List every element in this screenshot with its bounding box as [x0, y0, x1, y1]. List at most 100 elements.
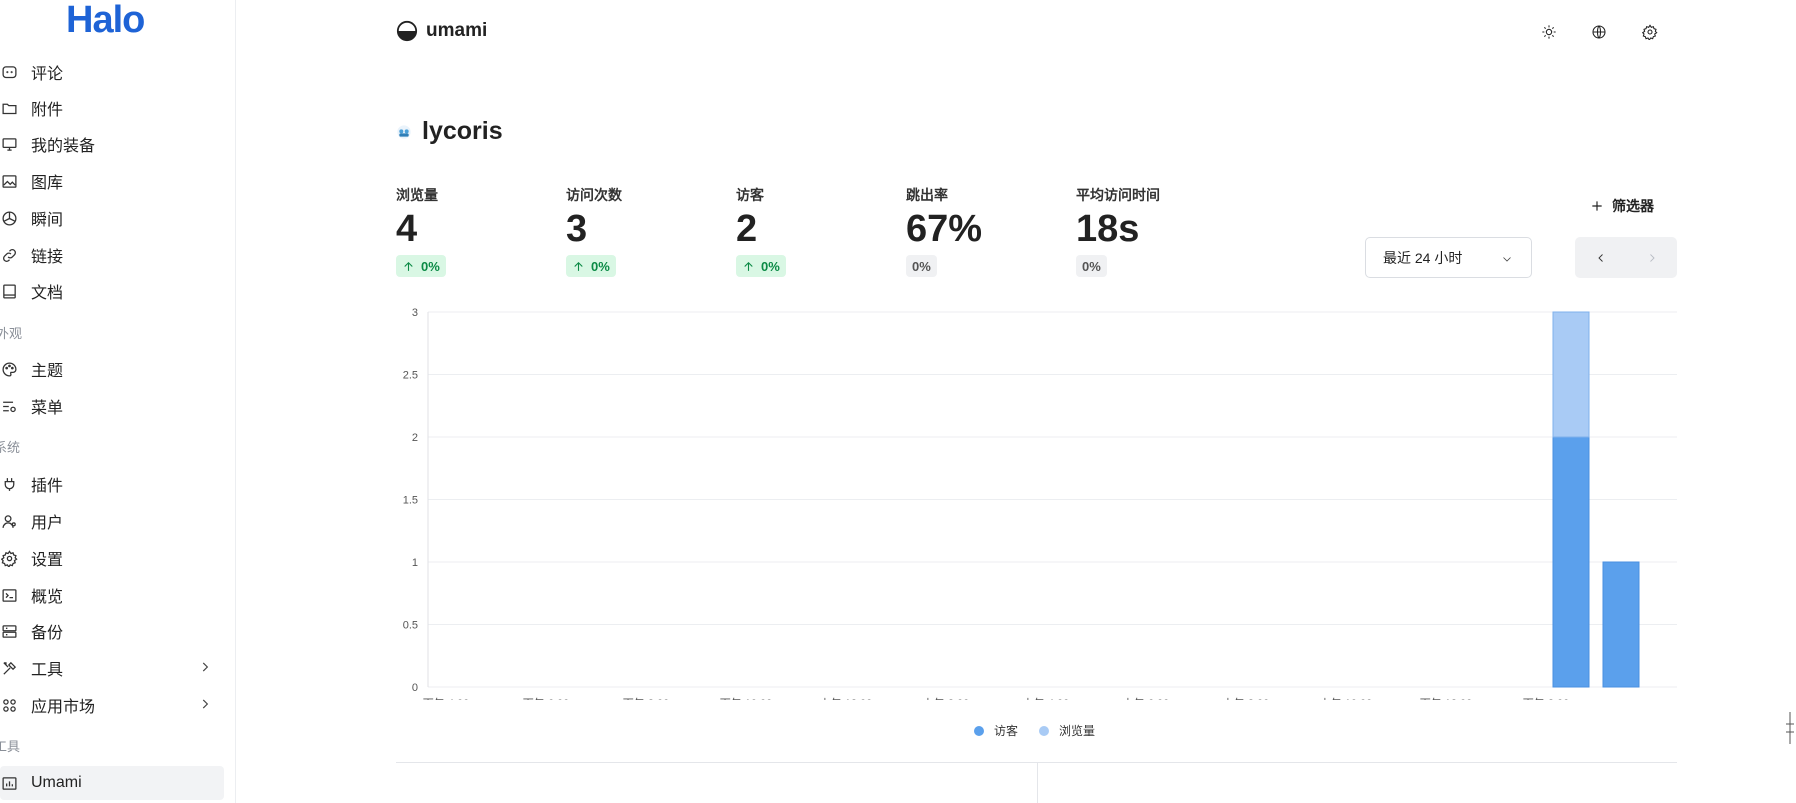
plug-icon	[0, 475, 18, 493]
language-button[interactable]	[1587, 20, 1611, 44]
pageviews-chart: 0 0.5 1 1.5 2 2.5 3 下午 4:00 下午 6:00 下午 8:00 下午 10:…	[403, 307, 1677, 700]
group-label-system: 系统	[0, 440, 21, 455]
sidebar-item-equipment[interactable]: 我的装备	[0, 127, 224, 161]
chevron-right-icon	[1649, 253, 1655, 262]
y-tick-label: 3	[412, 307, 418, 319]
monitor-icon	[0, 135, 18, 153]
sidebar-item-label: 概览	[31, 589, 64, 606]
sidebar-item-label: 插件	[31, 478, 64, 495]
sidebar-item-settings[interactable]: 设置	[0, 541, 224, 575]
app-title: umami	[426, 20, 488, 41]
y-tick-label: 1	[412, 557, 418, 569]
umami-logo-icon	[396, 20, 418, 42]
sidebar-item-menus[interactable]: 菜单	[0, 389, 224, 423]
y-tick-label: 0.5	[403, 620, 418, 632]
sidebar-item-label: 附件	[31, 102, 64, 119]
resize-handle-icon[interactable]	[1784, 710, 1796, 746]
sidebar-item-links[interactable]: 链接	[0, 238, 224, 272]
x-tick-label: 下午 8:00	[623, 697, 669, 700]
menu-settings-icon	[0, 397, 18, 415]
legend-item-pageviews[interactable]: 浏览量	[1039, 722, 1095, 739]
sidebar-item-themes[interactable]: 主题	[0, 352, 224, 386]
brand[interactable]: umami	[396, 20, 487, 42]
metric-value: 2	[736, 208, 758, 250]
metric-change-value: 0%	[761, 258, 780, 274]
next-period-button[interactable]	[1626, 237, 1677, 278]
sidebar-item-label: 评论	[31, 66, 64, 83]
plus-icon	[1592, 201, 1602, 211]
metric-label: 浏览量	[396, 187, 438, 203]
sidebar-item-label: 主题	[31, 363, 64, 380]
metric-avg-visit-time: 平均访问时间 18s 0%	[1076, 185, 1236, 277]
filter-button[interactable]: 筛选器	[1590, 196, 1654, 216]
sidebar-item-plugins[interactable]: 插件	[0, 467, 224, 501]
chevron-right-icon	[198, 660, 212, 674]
metric-visitors: 访客 2 0%	[736, 185, 896, 278]
metric-value: 67%	[906, 208, 983, 250]
metric-label: 访问次数	[566, 187, 622, 203]
sun-icon	[1542, 25, 1556, 39]
x-tick-label: 上午 12:00	[820, 697, 873, 700]
legend-label: 浏览量	[1059, 724, 1096, 738]
sidebar-item-moments[interactable]: 瞬间	[0, 201, 224, 235]
x-tick-label: 上午 6:00	[1123, 697, 1169, 700]
sidebar-item-tools[interactable]: 工具	[0, 651, 224, 685]
metric-value: 3	[566, 208, 588, 250]
metric-visits: 访问次数 3 0%	[566, 185, 726, 278]
x-tick-label: 下午 6:00	[523, 697, 569, 700]
date-range-select[interactable]: 最近 24 小时	[1365, 237, 1532, 278]
filter-button-label: 筛选器	[1612, 198, 1654, 214]
comment-icon	[0, 63, 18, 81]
settings-button[interactable]	[1638, 20, 1662, 44]
chevron-down-icon	[1501, 252, 1513, 264]
sidebar-item-docs[interactable]: 文档	[0, 274, 224, 308]
sidebar-item-label: 备份	[31, 625, 64, 642]
metric-bounce-rate: 跳出率 67% 0%	[906, 185, 1066, 277]
sidebar-item-label: 链接	[31, 249, 64, 266]
previous-period-button[interactable]	[1575, 237, 1626, 278]
sidebar-item-app-market[interactable]: 应用市场	[0, 688, 224, 722]
legend-swatch	[1039, 725, 1049, 736]
website-favicon	[397, 124, 411, 139]
book-icon	[0, 282, 18, 300]
globe-icon	[1592, 25, 1606, 39]
y-tick-label: 2.5	[403, 370, 418, 382]
metric-value: 18s	[1076, 208, 1140, 250]
metric-change-value: 0%	[421, 258, 440, 274]
sidebar-item-umami[interactable]: Umami	[0, 766, 224, 800]
metric-change-value: 0%	[1082, 258, 1101, 274]
x-tick-label: 上午 8:00	[1223, 697, 1269, 700]
sidebar-item-comments[interactable]: 评论	[0, 55, 224, 89]
link-icon	[0, 246, 18, 264]
y-tick-label: 2	[412, 432, 418, 444]
sidebar-item-label: 设置	[31, 552, 64, 569]
legend-item-visitors[interactable]: 访客	[974, 722, 1018, 739]
app-root: Halo 评论 附件 我的装备 图库 瞬间 链接 文档 外观 主题 菜单 系统 …	[0, 0, 1796, 803]
gear-icon	[1642, 24, 1658, 40]
website-header: lycoris	[396, 117, 503, 146]
tools-icon	[0, 659, 18, 677]
apps-icon	[0, 696, 18, 714]
legend-swatch	[974, 725, 984, 736]
x-tick-label: 下午 2:00	[1523, 697, 1569, 700]
halo-logo[interactable]: Halo	[66, 0, 145, 40]
chart-legend: 访客 浏览量	[0, 722, 1796, 742]
sidebar-item-backup[interactable]: 备份	[0, 614, 224, 648]
theme-toggle-button[interactable]	[1537, 20, 1561, 44]
arrow-up-icon	[574, 261, 583, 271]
bar-visitors	[1602, 561, 1640, 688]
sidebar-item-gallery[interactable]: 图库	[0, 164, 224, 198]
sidebar-item-label: 文档	[31, 285, 64, 302]
date-range-value: 最近 24 小时	[1383, 249, 1463, 266]
bar-visitors	[1552, 436, 1590, 688]
server-icon	[0, 622, 18, 640]
bar-pageviews	[1552, 311, 1590, 438]
sidebar-item-attachments[interactable]: 附件	[0, 91, 224, 125]
y-tick-label: 0	[412, 682, 418, 694]
sidebar-item-users[interactable]: 用户	[0, 504, 224, 538]
x-tick-label: 上午 10:00	[1320, 697, 1373, 700]
metric-value: 4	[396, 208, 418, 250]
sidebar-item-overview[interactable]: 概览	[0, 578, 224, 612]
chevron-right-icon	[198, 697, 212, 711]
metric-change-badge: 0%	[736, 255, 786, 277]
